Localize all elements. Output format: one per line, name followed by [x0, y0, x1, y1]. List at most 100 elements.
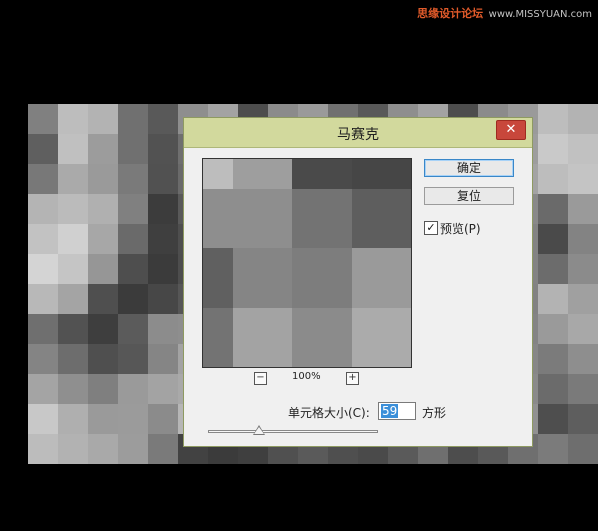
mosaic-tile [148, 344, 178, 374]
mosaic-tile [58, 254, 88, 284]
watermark-site-url: www.MISSYUAN.com [488, 9, 592, 20]
mosaic-tile [568, 284, 598, 314]
preview-tile [292, 188, 352, 249]
mosaic-tile [58, 104, 88, 134]
mosaic-tile [28, 254, 58, 284]
mosaic-tile [568, 164, 598, 194]
minus-icon: − [256, 372, 265, 383]
cell-size-input[interactable]: 59 [378, 402, 416, 420]
mosaic-tile [118, 254, 148, 284]
mosaic-tile [28, 134, 58, 164]
preview-tile [232, 248, 293, 308]
preview-tile [203, 188, 293, 249]
mosaic-tile [28, 434, 58, 464]
preview-tile [232, 159, 293, 189]
mosaic-tile [568, 404, 598, 434]
mosaic-tile [538, 224, 568, 254]
mosaic-tile [88, 104, 118, 134]
mosaic-tile [88, 164, 118, 194]
preview-tile [351, 248, 411, 308]
preview-tile [351, 159, 411, 189]
mosaic-tile [28, 314, 58, 344]
cell-size-slider-thumb-inner [254, 427, 264, 434]
mosaic-tile [568, 254, 598, 284]
plus-icon: + [348, 372, 357, 383]
mosaic-tile [538, 254, 568, 284]
mosaic-tile [58, 434, 88, 464]
mosaic-tile [148, 134, 178, 164]
mosaic-tile [118, 404, 148, 434]
preview-tile [351, 307, 411, 367]
mosaic-tile [148, 164, 178, 194]
mosaic-tile [538, 104, 568, 134]
preview-checkbox[interactable]: ✓ [424, 221, 438, 235]
mosaic-tile [88, 434, 118, 464]
mosaic-tile [538, 344, 568, 374]
mosaic-tile [538, 404, 568, 434]
mosaic-tile [118, 224, 148, 254]
preview-tile [203, 307, 233, 367]
mosaic-tile [118, 434, 148, 464]
close-button[interactable]: ✕ [496, 120, 526, 140]
preview-tile [292, 159, 352, 189]
mosaic-tile [148, 224, 178, 254]
cell-size-label: 单元格大小(C): [288, 406, 370, 420]
mosaic-tile [568, 314, 598, 344]
preview-tile [232, 307, 293, 367]
preview-tile [203, 159, 233, 189]
mosaic-tile [148, 374, 178, 404]
mosaic-tile [28, 164, 58, 194]
mosaic-tile [88, 134, 118, 164]
ok-button[interactable]: 确定 [424, 159, 514, 177]
mosaic-tile [568, 194, 598, 224]
mosaic-tile [88, 194, 118, 224]
mosaic-tile [538, 434, 568, 464]
mosaic-tile [118, 284, 148, 314]
mosaic-tile [58, 224, 88, 254]
mosaic-tile [568, 104, 598, 134]
filter-preview[interactable] [202, 158, 412, 368]
mosaic-tile [58, 374, 88, 404]
checkmark-icon: ✓ [426, 221, 436, 234]
mosaic-tile [538, 134, 568, 164]
zoom-out-button[interactable]: − [254, 372, 267, 385]
preview-checkbox-label: 预览(P) [440, 222, 481, 236]
mosaic-tile [538, 284, 568, 314]
mosaic-tile [88, 254, 118, 284]
mosaic-tile [88, 374, 118, 404]
mosaic-tile [28, 194, 58, 224]
watermark-site-name: 思缘设计论坛 [417, 7, 484, 20]
mosaic-tile [568, 374, 598, 404]
mosaic-tile [148, 104, 178, 134]
cell-size-slider-track[interactable] [208, 430, 378, 433]
mosaic-tile [88, 224, 118, 254]
mosaic-tile [148, 194, 178, 224]
mosaic-tile [148, 254, 178, 284]
mosaic-tile [568, 224, 598, 254]
watermark: 思缘设计论坛 www.MISSYUAN.com [417, 5, 592, 21]
dialog-titlebar[interactable]: 马赛克 ✕ [184, 118, 532, 148]
mosaic-tile [28, 344, 58, 374]
mosaic-tile [28, 404, 58, 434]
mosaic-tile [148, 284, 178, 314]
mosaic-tile [58, 134, 88, 164]
mosaic-tile [28, 224, 58, 254]
mosaic-tile [148, 404, 178, 434]
mosaic-tile [118, 104, 148, 134]
mosaic-tile [118, 314, 148, 344]
zoom-level: 100% [292, 371, 321, 382]
reset-button[interactable]: 复位 [424, 187, 514, 205]
mosaic-tile [58, 164, 88, 194]
mosaic-tile [538, 374, 568, 404]
zoom-controls: − 100% + [254, 371, 374, 385]
zoom-in-button[interactable]: + [346, 372, 359, 385]
mosaic-tile [58, 194, 88, 224]
mosaic-tile [568, 134, 598, 164]
mosaic-tile [118, 194, 148, 224]
cell-size-unit: 方形 [422, 406, 447, 420]
mosaic-tile [148, 314, 178, 344]
mosaic-tile [28, 374, 58, 404]
mosaic-tile [118, 374, 148, 404]
cell-size-value: 59 [381, 404, 399, 418]
mosaic-tile [58, 284, 88, 314]
